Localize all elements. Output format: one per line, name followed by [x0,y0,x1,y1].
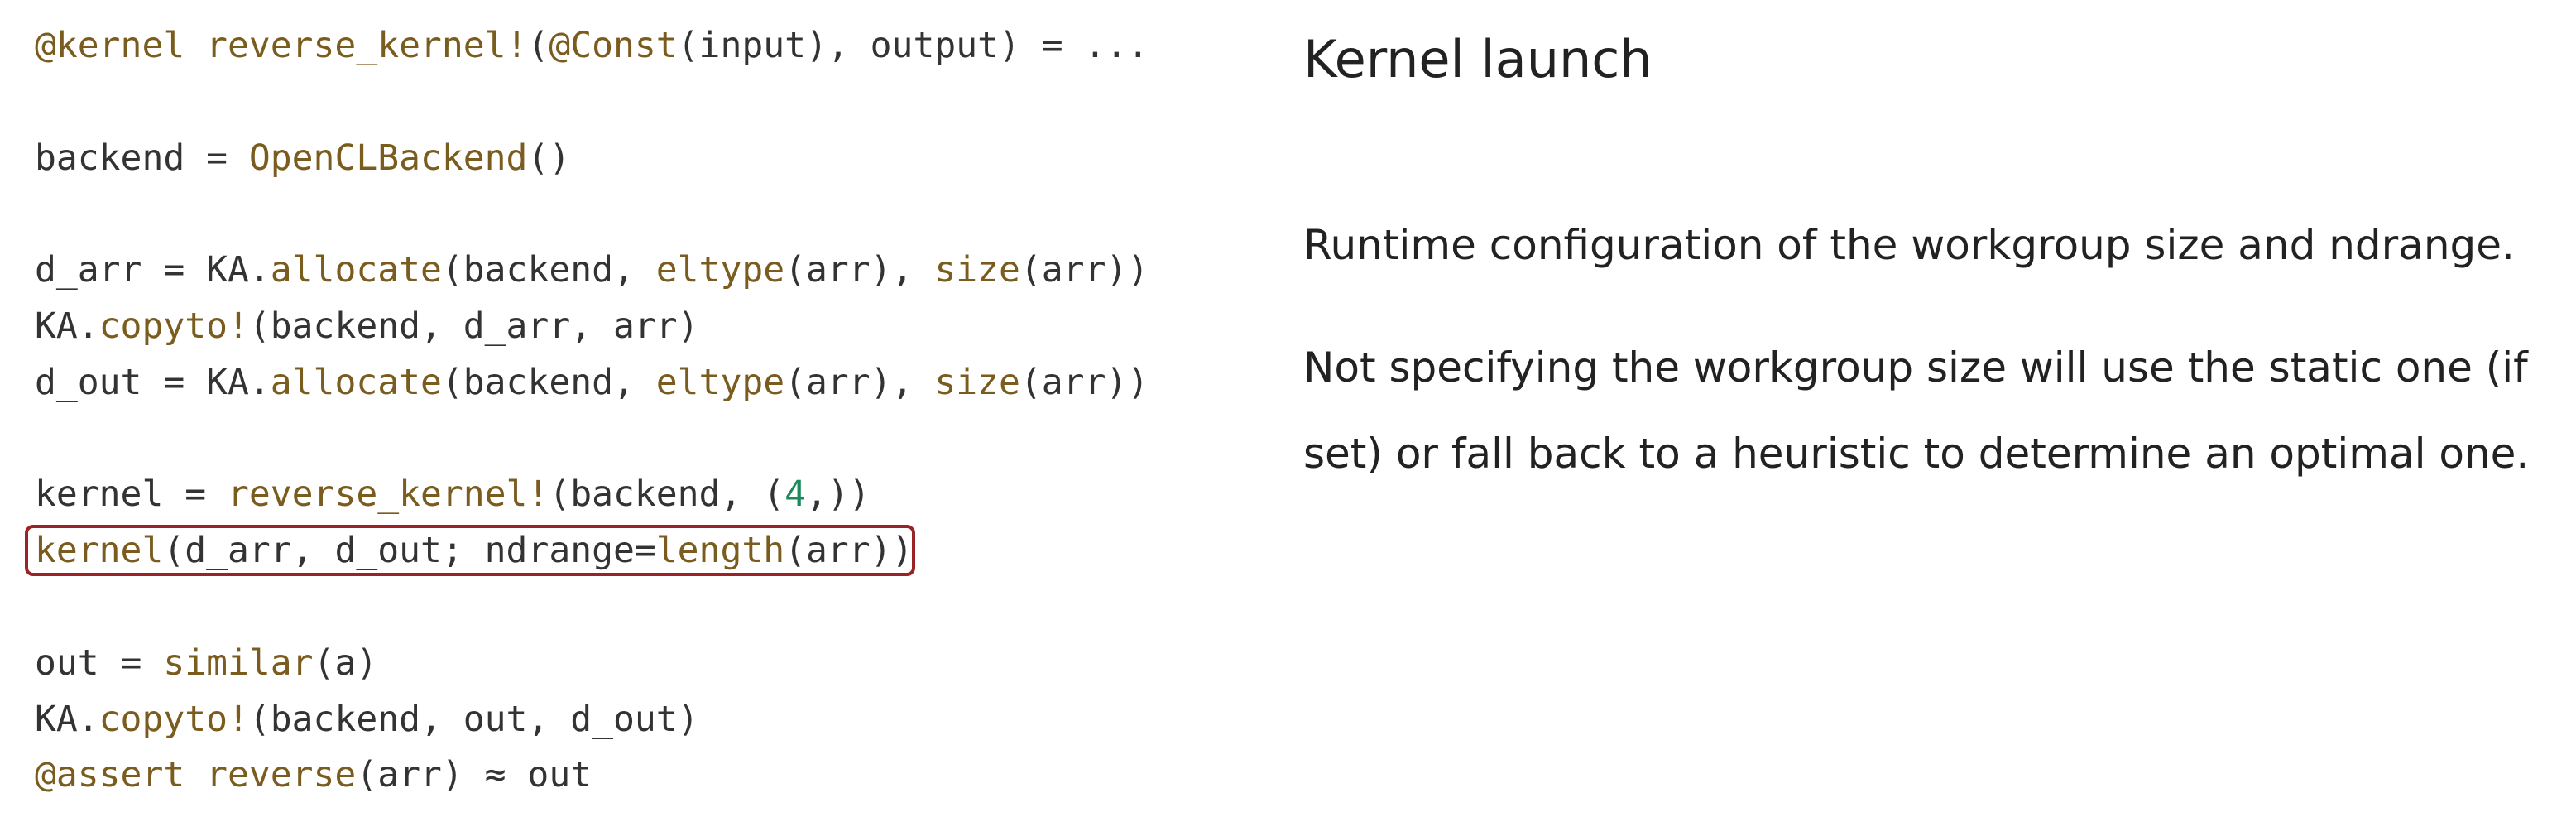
code-token: (backend, ( [549,473,785,516]
code-line: kernel = reverse_kernel!(backend, (4,)) [35,467,1259,523]
code-line: KA.copyto!(backend, d_arr, arr) [35,299,1259,355]
code-token: (backend, d_arr, arr) [248,305,699,347]
code-token: (input), output) = ... [677,25,1149,66]
code-token: ,)) [806,473,871,516]
code-function-token: size [934,361,1020,403]
code-token: ( [527,25,549,66]
code-token: (arr), [784,249,935,291]
code-token: (arr)) [1019,361,1149,403]
code-function-token: allocate [270,361,442,403]
notes-title: Kernel launch [1303,29,1653,89]
code-token: (backend, [441,361,656,403]
code-function-token: similar [163,642,314,684]
code-line: KA.copyto!(backend, out, d_out) [35,692,1259,748]
code-function-token: allocate [270,249,442,291]
highlight-box [25,525,915,577]
code-token: KA. [35,305,99,347]
code-function-token: eltype [655,361,785,403]
note-runtime-config: Runtime configuration of the workgroup s… [1303,221,2515,269]
code-token: (backend, [441,249,656,291]
code-token: out = [35,642,164,684]
code-token: () [527,137,571,179]
code-token: (backend, out, d_out) [248,698,699,740]
code-token: KA. [35,698,99,740]
code-function-token: OpenCLBackend [248,137,528,179]
code-token: kernel = [35,473,228,516]
code-token: (arr)) [1019,249,1149,291]
code-token: (arr) ≈ out [356,754,592,796]
code-line: out = similar(a) [35,636,1259,692]
code-line: d_out = KA.allocate(backend, eltype(arr)… [35,355,1259,411]
code-line: d_arr = KA.allocate(backend, eltype(arr)… [35,243,1259,299]
code-function-token: @kernel reverse_kernel! [35,25,528,66]
code-function-token: copyto! [98,305,249,347]
code-number-token: 4 [784,473,806,516]
code-function-token: @assert reverse [35,754,357,796]
code-function-token: copyto! [98,698,249,740]
code-token: (a) [313,642,378,684]
code-block: @kernel reverse_kernel!(@Const(input), o… [25,18,1259,804]
code-function-token: eltype [655,249,785,291]
code-token: backend = [35,137,249,179]
code-line: @assert reverse(arr) ≈ out [35,747,1259,804]
code-line: backend = OpenCLBackend() [35,131,1259,187]
code-token: d_out = KA. [35,361,271,403]
code-function-token: size [934,249,1020,291]
code-token: (arr), [784,361,935,403]
code-function-token: @Const [549,25,678,66]
notes-panel: Kernel launch Runtime configuration of t… [1303,25,2545,533]
note-workgroup-size-line1: Not specifying the workgroup size will u… [1303,344,2528,392]
code-line: @kernel reverse_kernel!(@Const(input), o… [35,18,1259,74]
note-workgroup-size: Not specifying the workgroup size will u… [1303,324,2545,497]
code-token: d_arr = KA. [35,249,271,291]
note-workgroup-size-line2: set) or fall back to a heuristic to dete… [1303,430,2530,478]
code-line: kernel(d_arr, d_out; ndrange=length(arr)… [25,523,1259,579]
code-function-token: reverse_kernel! [228,473,549,516]
